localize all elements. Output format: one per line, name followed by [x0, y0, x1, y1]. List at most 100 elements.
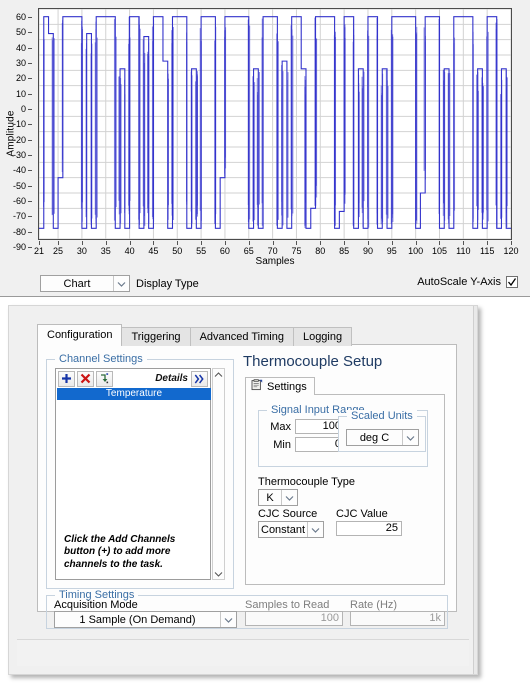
y-tick-mark: [28, 231, 32, 233]
y-tick-label: 10: [15, 88, 26, 99]
tab-configuration[interactable]: Configuration: [37, 324, 123, 345]
chevron-down-icon[interactable]: [113, 276, 129, 291]
settings-panel: Signal Input Range Max 100 Min 0 Scaled …: [245, 394, 445, 585]
y-tick-mark: [28, 47, 32, 49]
x-tick-mark: [81, 241, 83, 245]
y-tick-mark: [28, 63, 32, 64]
display-type-dropdown[interactable]: Chart: [40, 275, 130, 292]
y-tick-label: 20: [15, 73, 26, 84]
waveform-plot: [39, 9, 511, 239]
channel-settings-group: Channel Settings Details Temperature Cli…: [46, 353, 234, 589]
x-tick-label: 75: [291, 246, 302, 256]
min-label: Min: [273, 438, 291, 451]
x-tick-mark: [153, 241, 155, 245]
change-channel-type-button[interactable]: [96, 370, 113, 387]
x-axis-label: Samples: [255, 256, 295, 267]
scroll-up-icon[interactable]: [213, 369, 224, 380]
y-tick-label: -80: [12, 226, 26, 237]
x-tick-label: 85: [339, 246, 350, 256]
x-tick-mark: [296, 241, 298, 245]
x-tick-label: 80: [315, 246, 326, 256]
channel-toolbar: Details: [56, 369, 210, 388]
thermocouple-type-dropdown[interactable]: K: [258, 489, 298, 506]
add-channel-button[interactable]: [58, 370, 75, 387]
x-tick-mark: [224, 241, 226, 245]
x-tick-mark: [201, 241, 203, 245]
min-field-row: Min 0: [267, 437, 345, 452]
plot-area[interactable]: [38, 8, 512, 240]
autoscale-checkbox[interactable]: [506, 276, 518, 288]
x-tick-mark: [58, 241, 60, 245]
y-tick-mark: [28, 78, 32, 80]
x-tick-mark: [415, 241, 417, 245]
settings-tab-label: Settings: [267, 380, 307, 393]
tab-triggering-label: Triggering: [131, 331, 181, 343]
x-tick-label: 40: [124, 246, 135, 256]
y-tick-mark: [28, 139, 32, 141]
rate-input[interactable]: 1k: [350, 611, 445, 626]
thermocouple-type-value: K: [266, 491, 274, 504]
tab-configuration-label: Configuration: [47, 329, 113, 341]
cjc-source-dropdown[interactable]: Constant: [258, 521, 324, 538]
tab-settings[interactable]: Settings: [245, 377, 315, 395]
chevron-down-icon[interactable]: [402, 430, 418, 445]
x-tick-label: 90: [362, 246, 373, 256]
x-tick-label: 70: [267, 246, 278, 256]
x-tick-label: 60: [219, 246, 230, 256]
y-tick-mark: [28, 17, 32, 18]
channel-name: Temperature: [105, 388, 163, 399]
channel-list-scrollbar[interactable]: [212, 368, 225, 580]
x-tick-label: 95: [386, 246, 397, 256]
delete-channel-button[interactable]: [77, 370, 94, 387]
scroll-down-icon[interactable]: [213, 568, 224, 579]
display-type-row: Chart Display Type: [40, 275, 199, 292]
x-tick-mark: [105, 241, 107, 245]
tab-triggering[interactable]: Triggering: [121, 327, 191, 346]
y-tick-mark: [28, 247, 32, 248]
tab-logging-label: Logging: [302, 331, 343, 343]
config-inner: Configuration Triggering Advanced Timing…: [27, 324, 467, 642]
config-vertical-scrollbar[interactable]: [473, 306, 477, 674]
scaled-units-dropdown[interactable]: deg C: [346, 429, 419, 446]
x-tick-label: 55: [196, 246, 207, 256]
y-tick-mark: [28, 124, 32, 126]
cjc-value-input[interactable]: 25: [336, 521, 402, 536]
x-tick-mark: [367, 241, 369, 245]
tab-advanced-timing-label: Advanced Timing: [199, 331, 284, 343]
config-tab-strip: Configuration Triggering Advanced Timing…: [37, 324, 353, 346]
expand-details-button[interactable]: [191, 370, 208, 387]
x-tick-label: 65: [243, 246, 254, 256]
config-status-bar: [17, 639, 469, 666]
y-tick-label: 30: [15, 58, 26, 68]
y-tick-label: -70: [12, 211, 26, 222]
acquisition-mode-dropdown[interactable]: 1 Sample (On Demand): [54, 611, 237, 628]
cjc-source-value: Constant: [261, 523, 306, 536]
tab-advanced-timing[interactable]: Advanced Timing: [189, 327, 294, 346]
rate-label: Rate (Hz): [350, 599, 398, 611]
scaled-units-title: Scaled Units: [347, 410, 417, 422]
x-axis-ticks: 21 25 30 35 40 45 50 55 60 65 70 75 80 85 90 95 100 105 11…: [34, 241, 519, 257]
chevron-down-icon[interactable]: [220, 612, 236, 627]
x-tick-label: 25: [53, 246, 64, 256]
x-tick-label: 35: [100, 246, 111, 256]
y-tick-mark: [28, 93, 32, 95]
x-tick-mark: [344, 241, 346, 245]
list-item[interactable]: Temperature: [57, 388, 211, 400]
y-tick-mark: [28, 201, 32, 202]
channel-listbox[interactable]: Details Temperature Click the Add Channe…: [55, 368, 211, 580]
y-tick-mark: [28, 170, 32, 172]
y-tick-label: -90: [12, 242, 26, 252]
chevron-down-icon[interactable]: [307, 522, 323, 537]
y-tick-label: -50: [12, 180, 26, 191]
details-label: Details: [155, 373, 188, 384]
scaled-units-group: Scaled Units deg C: [338, 410, 426, 452]
acquisition-mode-label: Acquisition Mode: [54, 599, 138, 611]
tab-logging[interactable]: Logging: [292, 327, 353, 346]
scaled-units-value: deg C: [359, 431, 390, 444]
samples-to-read-input[interactable]: 100: [245, 611, 343, 626]
x-tick-mark: [391, 241, 393, 245]
y-tick-mark: [28, 32, 32, 34]
chevron-down-icon[interactable]: [281, 490, 297, 505]
x-tick-mark: [487, 241, 489, 245]
thermocouple-setup-section: Thermocouple Setup Settings Signal Input…: [243, 353, 448, 589]
